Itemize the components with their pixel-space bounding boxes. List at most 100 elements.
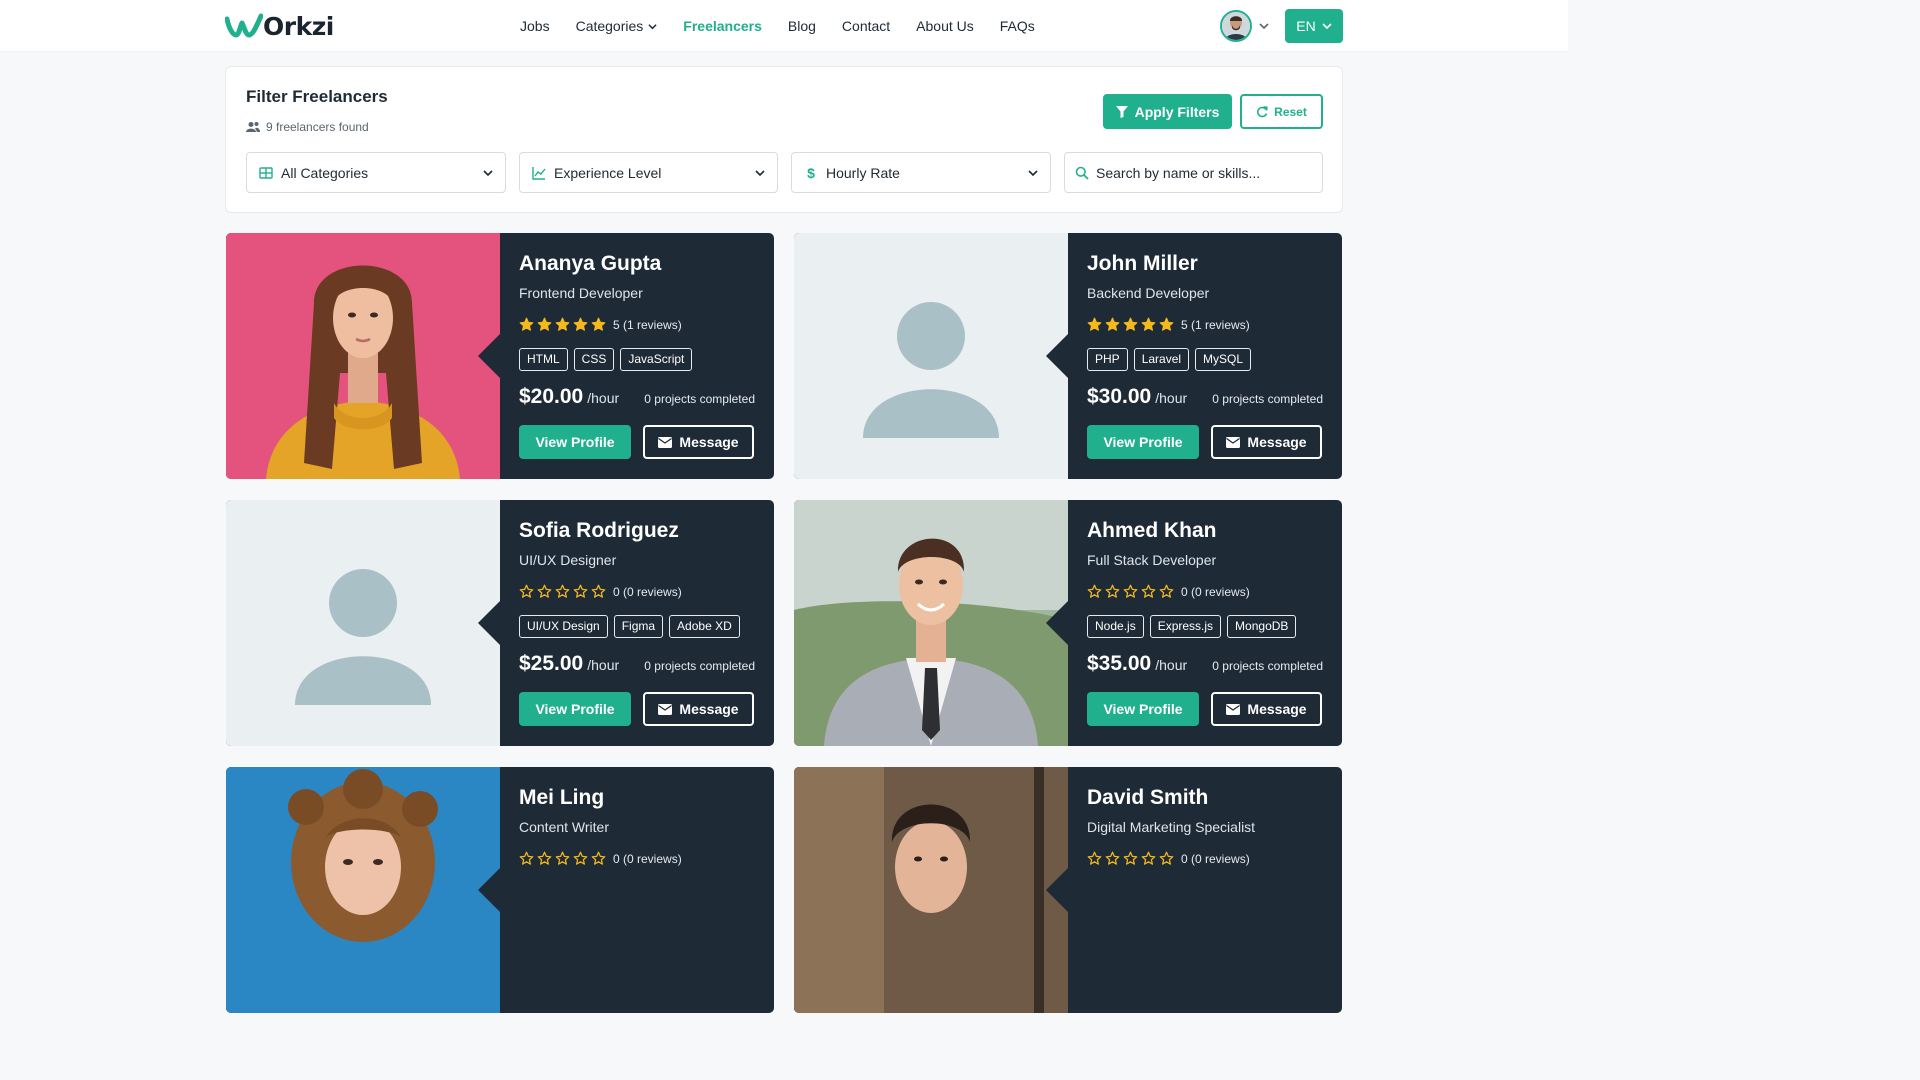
nav-freelancers[interactable]: Freelancers	[683, 18, 762, 34]
rating: 0 (0 reviews)	[1087, 851, 1250, 866]
nav-blog-label: Blog	[787, 18, 816, 34]
main-nav: Jobs Categories Freelancers Blog Contact…	[520, 0, 1035, 52]
search-field[interactable]	[1064, 152, 1323, 193]
star-outline-icon	[519, 584, 534, 598]
message-button[interactable]: Message	[643, 692, 754, 726]
freelancer-card: David Smith Digital Marketing Specialist…	[794, 767, 1342, 1013]
chart-line-icon	[532, 166, 546, 180]
message-button[interactable]: Message	[1211, 425, 1322, 459]
skill-tag: MySQL	[1195, 348, 1252, 371]
view-profile-button[interactable]: View Profile	[519, 425, 631, 459]
star-filled-icon	[591, 317, 606, 331]
rating-text: 5 (1 reviews)	[1181, 317, 1250, 332]
category-select[interactable]: All Categories	[246, 152, 506, 193]
filter-title: Filter Freelancers	[246, 87, 388, 106]
apply-filters-button[interactable]: Apply Filters	[1103, 94, 1232, 129]
star-outline-icon	[555, 851, 570, 865]
star-outline-icon	[537, 851, 552, 865]
hourly-price: $25.00 /hour	[519, 652, 619, 676]
search-input[interactable]	[1096, 164, 1306, 181]
skill-tags: Node.js Express.js MongoDB	[1087, 615, 1297, 638]
card-notch	[478, 334, 500, 378]
logo[interactable]: Orkzi	[225, 9, 334, 43]
nav-about-us[interactable]: About Us	[916, 18, 974, 34]
star-outline-icon	[519, 851, 534, 865]
rating-text: 0 (0 reviews)	[613, 584, 682, 599]
chevron-down-icon[interactable]	[1259, 21, 1269, 31]
nav-faqs-label: FAQs	[999, 18, 1035, 34]
skill-tags: PHP Laravel MySQL	[1087, 348, 1252, 371]
projects-completed: 0 projects completed	[644, 659, 755, 673]
star-outline-icon	[537, 584, 552, 598]
nav-jobs[interactable]: Jobs	[520, 18, 550, 34]
freelancer-name: Ahmed Khan	[1087, 519, 1217, 542]
freelancer-info: Sofia Rodriguez UI/UX Designer 0 (0 revi…	[500, 500, 774, 746]
skill-tags: UI/UX Design Figma Adobe XD	[519, 615, 740, 638]
star-filled-icon	[1123, 317, 1138, 331]
message-button[interactable]: Message	[643, 425, 754, 459]
avatar-placeholder-icon	[226, 500, 500, 746]
freelancer-count: 9 freelancers found	[246, 120, 369, 134]
envelope-icon	[1226, 703, 1241, 715]
rating: 5 (1 reviews)	[519, 317, 682, 332]
freelancer-role: Frontend Developer	[519, 285, 643, 301]
logo-text: Orkzi	[263, 11, 334, 41]
nav-blog[interactable]: Blog	[788, 18, 816, 34]
rating-text: 0 (0 reviews)	[1181, 851, 1250, 866]
freelancer-name: Ananya Gupta	[519, 252, 662, 275]
filter-panel: Filter Freelancers 9 freelancers found A…	[225, 66, 1343, 213]
dollar-icon: $	[807, 164, 815, 181]
view-profile-button[interactable]: View Profile	[1087, 692, 1199, 726]
card-notch	[1046, 334, 1068, 378]
user-avatar[interactable]	[1220, 10, 1252, 42]
star-rating	[1087, 584, 1174, 599]
star-outline-icon	[1087, 851, 1102, 865]
hourly-rate-select[interactable]: $ Hourly Rate	[791, 152, 1051, 193]
rating: 0 (0 reviews)	[519, 851, 682, 866]
freelancer-card: Ahmed Khan Full Stack Developer 0 (0 rev…	[794, 500, 1342, 746]
language-label: EN	[1296, 18, 1316, 34]
freelancer-info: John Miller Backend Developer 5 (1 revie…	[1068, 233, 1342, 479]
star-rating	[519, 851, 606, 866]
star-outline-icon	[555, 584, 570, 598]
rating-text: 5 (1 reviews)	[613, 317, 682, 332]
view-profile-button[interactable]: View Profile	[1087, 425, 1199, 459]
reset-button[interactable]: Reset	[1240, 94, 1323, 129]
message-label: Message	[679, 434, 739, 450]
skill-tag: MongoDB	[1227, 615, 1297, 638]
skill-tag: PHP	[1087, 348, 1128, 371]
man-suit-portrait-image	[794, 500, 1068, 746]
projects-completed: 0 projects completed	[644, 392, 755, 406]
envelope-icon	[658, 703, 673, 715]
message-button[interactable]: Message	[1211, 692, 1322, 726]
star-filled-icon	[1141, 317, 1156, 331]
star-outline-icon	[1159, 851, 1174, 865]
freelancer-role: UI/UX Designer	[519, 552, 617, 568]
rating-text: 0 (0 reviews)	[1181, 584, 1250, 599]
star-filled-icon	[555, 317, 570, 331]
language-button[interactable]: EN	[1285, 9, 1343, 43]
nav-about-label: About Us	[916, 18, 974, 34]
skill-tag: Node.js	[1087, 615, 1144, 638]
freelancer-role: Backend Developer	[1087, 285, 1210, 301]
nav-categories[interactable]: Categories	[576, 18, 658, 34]
nav-categories-label: Categories	[575, 18, 644, 34]
card-notch	[478, 601, 500, 645]
freelancer-photo	[794, 233, 1068, 479]
price-value: $25.00	[519, 652, 584, 675]
logo-w-icon	[225, 13, 263, 38]
freelancer-info: David Smith Digital Marketing Specialist…	[1068, 767, 1342, 1013]
chevron-down-icon	[1322, 23, 1332, 30]
freelancer-card: John Miller Backend Developer 5 (1 revie…	[794, 233, 1342, 479]
nav-contact[interactable]: Contact	[842, 18, 890, 34]
star-outline-icon	[591, 851, 606, 865]
view-profile-label: View Profile	[535, 701, 615, 717]
freelancer-role: Content Writer	[519, 819, 609, 835]
category-select-value: All Categories	[281, 164, 369, 181]
chevron-down-icon	[483, 170, 493, 177]
experience-select[interactable]: Experience Level	[519, 152, 778, 193]
view-profile-button[interactable]: View Profile	[519, 692, 631, 726]
rating: 5 (1 reviews)	[1087, 317, 1250, 332]
nav-faqs[interactable]: FAQs	[1000, 18, 1035, 34]
star-outline-icon	[1159, 584, 1174, 598]
